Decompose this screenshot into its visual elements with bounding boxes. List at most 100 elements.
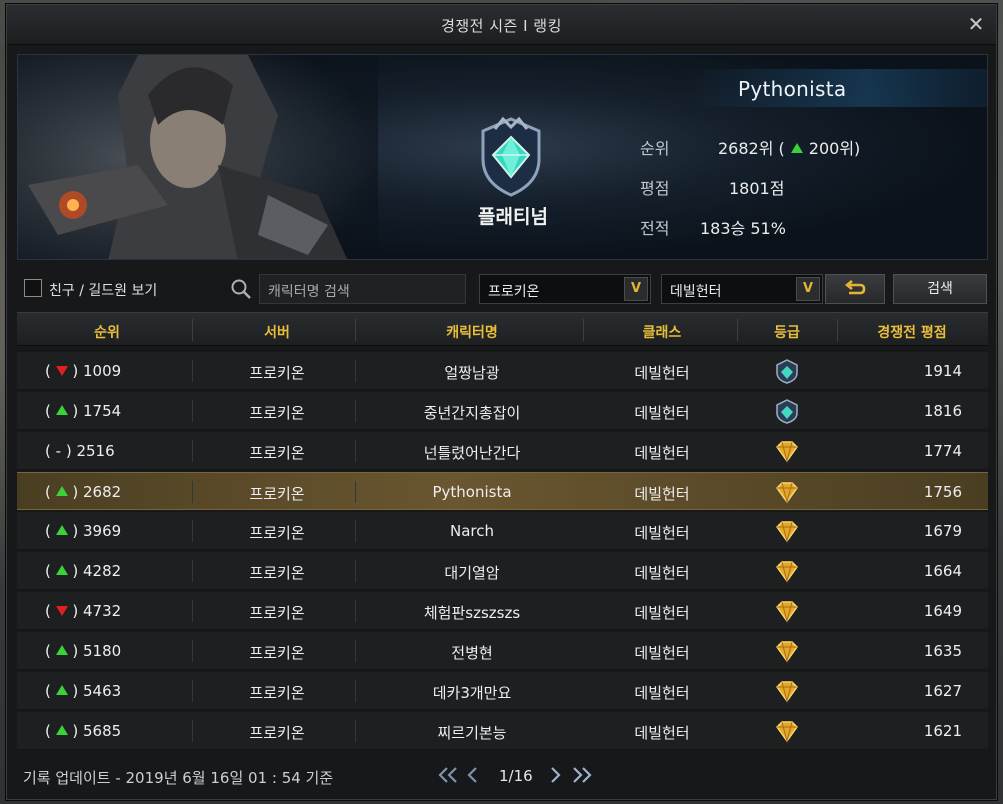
table-row[interactable]: ( ) 5685 프로키온 찌르기본능 데빌헌터 1621: [17, 712, 988, 750]
rank-up-arrow-icon: [55, 565, 68, 575]
rank-up-arrow-icon: [55, 405, 68, 415]
double-chevron-right-icon[interactable]: [571, 765, 593, 785]
server-cell: 프로키온: [249, 684, 305, 702]
reset-button[interactable]: [825, 274, 885, 304]
gold-grade-icon: [776, 641, 798, 663]
character-name-cell[interactable]: 체험판szszszs: [382, 602, 562, 623]
column-divider: [837, 319, 838, 341]
rank-cell: ( ) 1009: [45, 362, 122, 380]
class-cell: 데빌헌터: [634, 604, 690, 622]
rank-up-arrow-icon: [790, 143, 803, 153]
column-divider: [355, 319, 356, 341]
cell-divider: [192, 640, 193, 662]
class-cell: 데빌헌터: [634, 404, 690, 422]
cell-divider: [355, 640, 356, 662]
table-row[interactable]: ( ) 5180 프로키온 전병현 데빌헌터 1635: [17, 632, 988, 670]
server-cell: 프로키온: [249, 564, 305, 582]
chevron-right-icon[interactable]: [549, 765, 563, 785]
cell-divider: [355, 481, 356, 503]
gold-grade-icon: [776, 441, 798, 463]
table-row[interactable]: ( ) 4282 프로키온 대기열암 데빌헌터 1664: [17, 552, 988, 590]
reset-icon: [844, 279, 866, 295]
player-name: Pythonista: [738, 77, 847, 101]
filter-bar: 친구 / 길드원 보기 캐릭터명 검색 프로키온 V 데빌헌터 V 검색: [17, 270, 988, 306]
column-header-class[interactable]: 클래스: [597, 322, 727, 342]
table-row[interactable]: ( ) 5463 프로키온 데카3개만요 데빌헌터 1627: [17, 672, 988, 710]
cell-divider: [192, 680, 193, 702]
friends-guild-checkbox-label[interactable]: 친구 / 길드원 보기: [49, 280, 157, 300]
character-name-cell[interactable]: 전병현: [382, 642, 562, 663]
cell-divider: [355, 560, 356, 582]
column-header-score[interactable]: 경쟁전 평점: [847, 322, 977, 342]
cell-divider: [355, 600, 356, 622]
score-value: 1801점: [729, 179, 785, 198]
cell-divider: [192, 400, 193, 422]
rank-number: 5463: [83, 682, 122, 700]
server-cell: 프로키온: [249, 524, 305, 542]
rank-number: 2516: [76, 442, 115, 460]
rank-number: 5685: [83, 722, 122, 740]
character-search-input[interactable]: 캐릭터명 검색: [259, 274, 466, 304]
cell-divider: [192, 440, 193, 462]
rank-up-arrow-icon: [55, 486, 68, 496]
character-name-cell[interactable]: Pythonista: [382, 483, 562, 501]
chevron-down-icon[interactable]: V: [796, 277, 820, 301]
column-header-character[interactable]: 캐릭터명: [382, 322, 562, 342]
player-banner: Pythonista 플래티넘 순위 2682위 (200위) 평점 1801점…: [17, 54, 988, 260]
platinum-grade-icon: [776, 359, 798, 384]
score-cell: 1664: [923, 562, 962, 580]
rank-number: 4732: [83, 602, 122, 620]
friends-guild-checkbox[interactable]: [24, 279, 42, 297]
column-header-server[interactable]: 서버: [212, 322, 342, 342]
column-header-rank[interactable]: 순위: [57, 322, 157, 342]
table-row[interactable]: ( - ) 2516 프로키온 넌틀렸어난간다 데빌헌터 1774: [17, 432, 988, 470]
character-name-cell[interactable]: 얼짱남광: [382, 362, 562, 383]
cell-divider: [192, 720, 193, 742]
class-cell: 데빌헌터: [634, 644, 690, 662]
rank-cell: ( ) 5685: [45, 722, 122, 740]
server-select[interactable]: 프로키온 V: [479, 274, 651, 304]
rank-label: 순위: [640, 139, 670, 158]
rank-number: 3969: [83, 522, 122, 540]
class-cell: 데빌헌터: [634, 564, 690, 582]
table-row[interactable]: ( ) 3969 프로키온 Narch 데빌헌터 1679: [17, 512, 988, 550]
class-select[interactable]: 데빌헌터 V: [661, 274, 823, 304]
table-row-current-player[interactable]: ( ) 2682 프로키온 Pythonista 데빌헌터 1756: [17, 472, 988, 510]
search-button[interactable]: 검색: [893, 274, 987, 304]
gold-grade-icon: [776, 721, 798, 743]
server-cell: 프로키온: [249, 404, 305, 422]
rank-number: 1009: [83, 362, 122, 380]
character-name-cell[interactable]: 찌르기본능: [382, 722, 562, 743]
table-row[interactable]: ( ) 1754 프로키온 중년간지총잡이 데빌헌터 1816: [17, 392, 988, 430]
class-cell: 데빌헌터: [634, 444, 690, 462]
chevron-down-icon[interactable]: V: [624, 277, 648, 301]
character-name-cell[interactable]: 넌틀렸어난간다: [382, 442, 562, 463]
character-name-cell[interactable]: 데카3개만요: [382, 682, 562, 703]
rank-number: 2682: [83, 483, 122, 501]
rank-cell: ( ) 4732: [45, 602, 122, 620]
chevron-left-icon[interactable]: [465, 765, 479, 785]
double-chevron-left-icon[interactable]: [437, 765, 459, 785]
search-icon: [231, 279, 251, 299]
character-name-cell[interactable]: 대기열암: [382, 562, 562, 583]
column-header-grade[interactable]: 등급: [747, 322, 827, 342]
cell-divider: [192, 600, 193, 622]
close-icon[interactable]: ✕: [966, 14, 986, 34]
gold-grade-icon: [776, 521, 798, 543]
score-cell: 1756: [923, 483, 962, 501]
table-row[interactable]: ( ) 1009 프로키온 얼짱남광 데빌헌터 1914: [17, 352, 988, 390]
record-label: 전적: [640, 219, 670, 238]
rank-up-arrow-icon: [55, 725, 68, 735]
table-row[interactable]: ( ) 4732 프로키온 체험판szszszs 데빌헌터 1649: [17, 592, 988, 630]
cell-divider: [355, 680, 356, 702]
ranking-table-header: 순위 서버 캐릭터명 클래스 등급 경쟁전 평점: [17, 312, 988, 346]
tier-name: 플래티넘: [478, 206, 548, 228]
character-name-cell[interactable]: 중년간지총잡이: [382, 402, 562, 423]
title-bar[interactable]: 경쟁전 시즌 Ⅰ 랭킹 ✕: [7, 5, 996, 45]
rank-cell: ( ) 1754: [45, 402, 122, 420]
character-name-cell[interactable]: Narch: [382, 522, 562, 540]
rank-cell: ( ) 5180: [45, 642, 122, 660]
cell-divider: [355, 360, 356, 382]
gold-grade-icon: [776, 561, 798, 583]
gold-grade-icon: [776, 681, 798, 703]
